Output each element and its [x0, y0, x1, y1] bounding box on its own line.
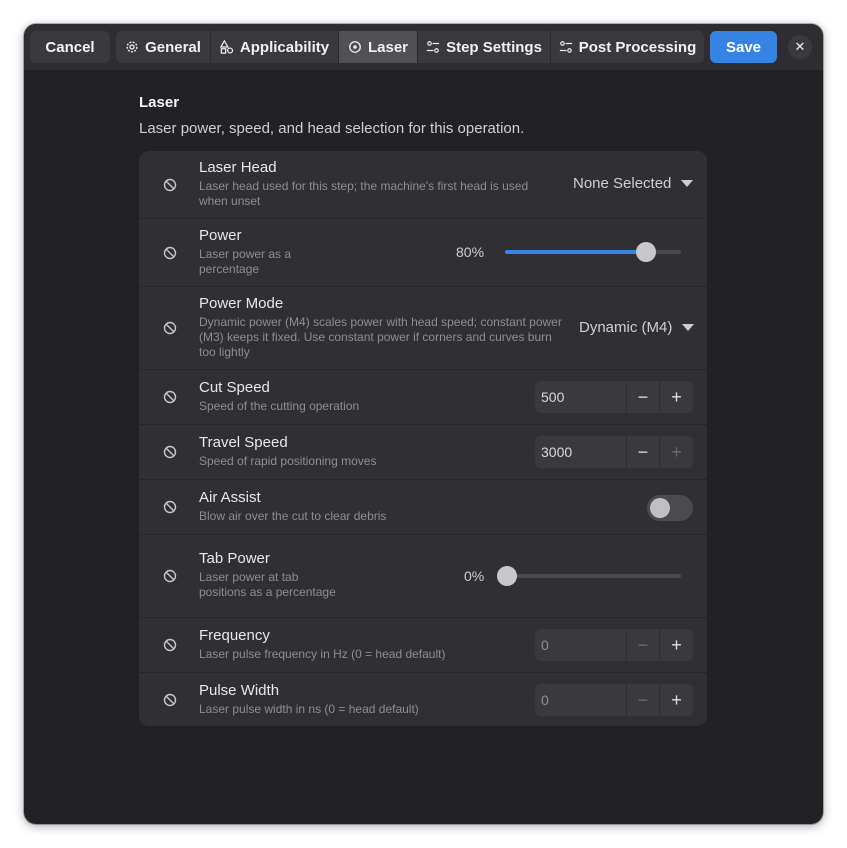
gear-icon	[126, 41, 138, 53]
reset-disabled-icon[interactable]	[163, 445, 177, 459]
power-mode-title: Power Mode	[199, 295, 284, 312]
power-mode-dropdown[interactable]: Dynamic (M4)	[579, 319, 695, 336]
close-icon[interactable]: ✕	[788, 35, 812, 59]
air-assist-toggle[interactable]	[647, 495, 693, 521]
reset-disabled-icon[interactable]	[163, 500, 177, 514]
decrement-button[interactable]: −	[627, 436, 660, 468]
section-description: Laser power, speed, and head selection f…	[139, 120, 525, 137]
cancel-button[interactable]: Cancel	[30, 31, 110, 63]
cut-speed-title: Cut Speed	[199, 379, 270, 396]
tab-applicability[interactable]: Applicability	[211, 31, 339, 63]
tab-step-settings[interactable]: Step Settings	[418, 31, 551, 63]
save-button[interactable]: Save	[710, 31, 777, 63]
decrement-button[interactable]: −	[627, 381, 660, 413]
settings-sliders-icon	[559, 41, 572, 53]
pulse-width-subtitle: Laser pulse width in ns (0 = head defaul…	[199, 702, 419, 716]
reset-disabled-icon[interactable]	[163, 569, 177, 583]
power-mode-value: Dynamic (M4)	[579, 319, 673, 336]
tab-power-subtitle: Laser power at tab positions as a percent…	[199, 570, 336, 599]
cut-speed-subtitle: Speed of the cutting operation	[199, 399, 360, 413]
increment-button[interactable]: +	[660, 684, 693, 716]
reset-disabled-icon[interactable]	[163, 390, 177, 404]
row-pulse-width: Pulse Width Laser pulse width in ns (0 =…	[139, 673, 707, 726]
tab-step-settings-label: Step Settings	[446, 38, 542, 56]
laser-settings-list: Laser Head Laser head used for this step…	[139, 151, 707, 726]
increment-button[interactable]: +	[660, 436, 693, 468]
tab-power-slider-handle[interactable]	[497, 566, 517, 586]
increment-button[interactable]: +	[660, 629, 693, 661]
pulse-width-title: Pulse Width	[199, 682, 280, 699]
power-value-label: 80%	[456, 244, 485, 260]
tab-general-label: General	[145, 38, 201, 56]
power-subtitle: Laser power as a percentage	[199, 247, 292, 276]
row-power: Power Laser power as a percentage 80%	[139, 219, 707, 287]
tab-post-processing-label: Post Processing	[578, 38, 697, 56]
cut-speed-spinbutton: 500 − +	[535, 381, 693, 413]
increment-button[interactable]: +	[660, 381, 693, 413]
row-tab-power: Tab Power Laser power at tab positions as…	[139, 535, 707, 618]
travel-speed-subtitle: Speed of rapid positioning moves	[199, 454, 377, 468]
power-title: Power	[199, 227, 242, 244]
row-laser-head: Laser Head Laser head used for this step…	[139, 151, 707, 219]
decrement-button[interactable]: −	[627, 684, 660, 716]
chevron-down-icon	[682, 324, 695, 331]
tab-laser-label: Laser	[367, 38, 409, 56]
power-slider-fill	[505, 250, 646, 254]
section-title: Laser	[139, 94, 180, 111]
tab-power-title: Tab Power	[199, 550, 270, 567]
chevron-down-icon	[681, 180, 694, 187]
reset-disabled-icon[interactable]	[163, 178, 177, 192]
tab-applicability-label: Applicability	[239, 38, 330, 56]
cut-speed-input[interactable]: 500	[535, 381, 627, 413]
frequency-subtitle: Laser pulse frequency in Hz (0 = head de…	[199, 647, 446, 661]
laser-head-title: Laser Head	[199, 159, 277, 176]
tab-bar: General Applicability Laser Step Setting…	[116, 31, 704, 63]
travel-speed-title: Travel Speed	[199, 434, 288, 451]
row-air-assist: Air Assist Blow air over the cut to clea…	[139, 480, 707, 535]
toggle-knob	[650, 498, 670, 518]
tab-laser[interactable]: Laser	[339, 31, 418, 63]
tab-post-processing[interactable]: Post Processing	[551, 31, 704, 63]
dialog-window: Cancel General Applicability Laser Step …	[24, 24, 823, 824]
row-cut-speed: Cut Speed Speed of the cutting operation…	[139, 370, 707, 425]
row-power-mode: Power Mode Dynamic power (M4) scales pow…	[139, 287, 707, 370]
laser-head-subtitle: Laser head used for this step; the machi…	[199, 179, 529, 208]
air-assist-title: Air Assist	[199, 489, 261, 506]
reset-disabled-icon[interactable]	[163, 638, 177, 652]
reset-disabled-icon[interactable]	[163, 321, 177, 335]
pulse-width-input[interactable]: 0	[535, 684, 627, 716]
reset-disabled-icon[interactable]	[163, 693, 177, 707]
target-icon	[349, 41, 361, 53]
tab-power-slider[interactable]	[497, 566, 681, 586]
frequency-spinbutton: 0 − +	[535, 629, 693, 661]
power-slider-handle[interactable]	[635, 242, 656, 262]
power-mode-subtitle: Dynamic power (M4) scales power with hea…	[199, 315, 562, 359]
travel-speed-input[interactable]: 3000	[535, 436, 627, 468]
header-bar: Cancel General Applicability Laser Step …	[24, 24, 823, 70]
air-assist-subtitle: Blow air over the cut to clear debris	[199, 509, 387, 523]
frequency-title: Frequency	[199, 627, 270, 644]
decrement-button[interactable]: −	[627, 629, 660, 661]
travel-speed-spinbutton: 3000 − +	[535, 436, 693, 468]
row-travel-speed: Travel Speed Speed of rapid positioning …	[139, 425, 707, 480]
reset-disabled-icon[interactable]	[163, 246, 177, 260]
pulse-width-spinbutton: 0 − +	[535, 684, 693, 716]
laser-head-dropdown[interactable]: None Selected	[573, 175, 694, 192]
tab-general[interactable]: General	[116, 31, 211, 63]
row-frequency: Frequency Laser pulse frequency in Hz (0…	[139, 618, 707, 673]
tab-power-value-label: 0%	[464, 568, 485, 584]
settings-sliders-icon	[426, 41, 440, 53]
laser-head-value: None Selected	[573, 175, 672, 192]
power-slider[interactable]	[505, 242, 681, 262]
frequency-input[interactable]: 0	[535, 629, 627, 661]
shapes-icon	[219, 40, 234, 54]
